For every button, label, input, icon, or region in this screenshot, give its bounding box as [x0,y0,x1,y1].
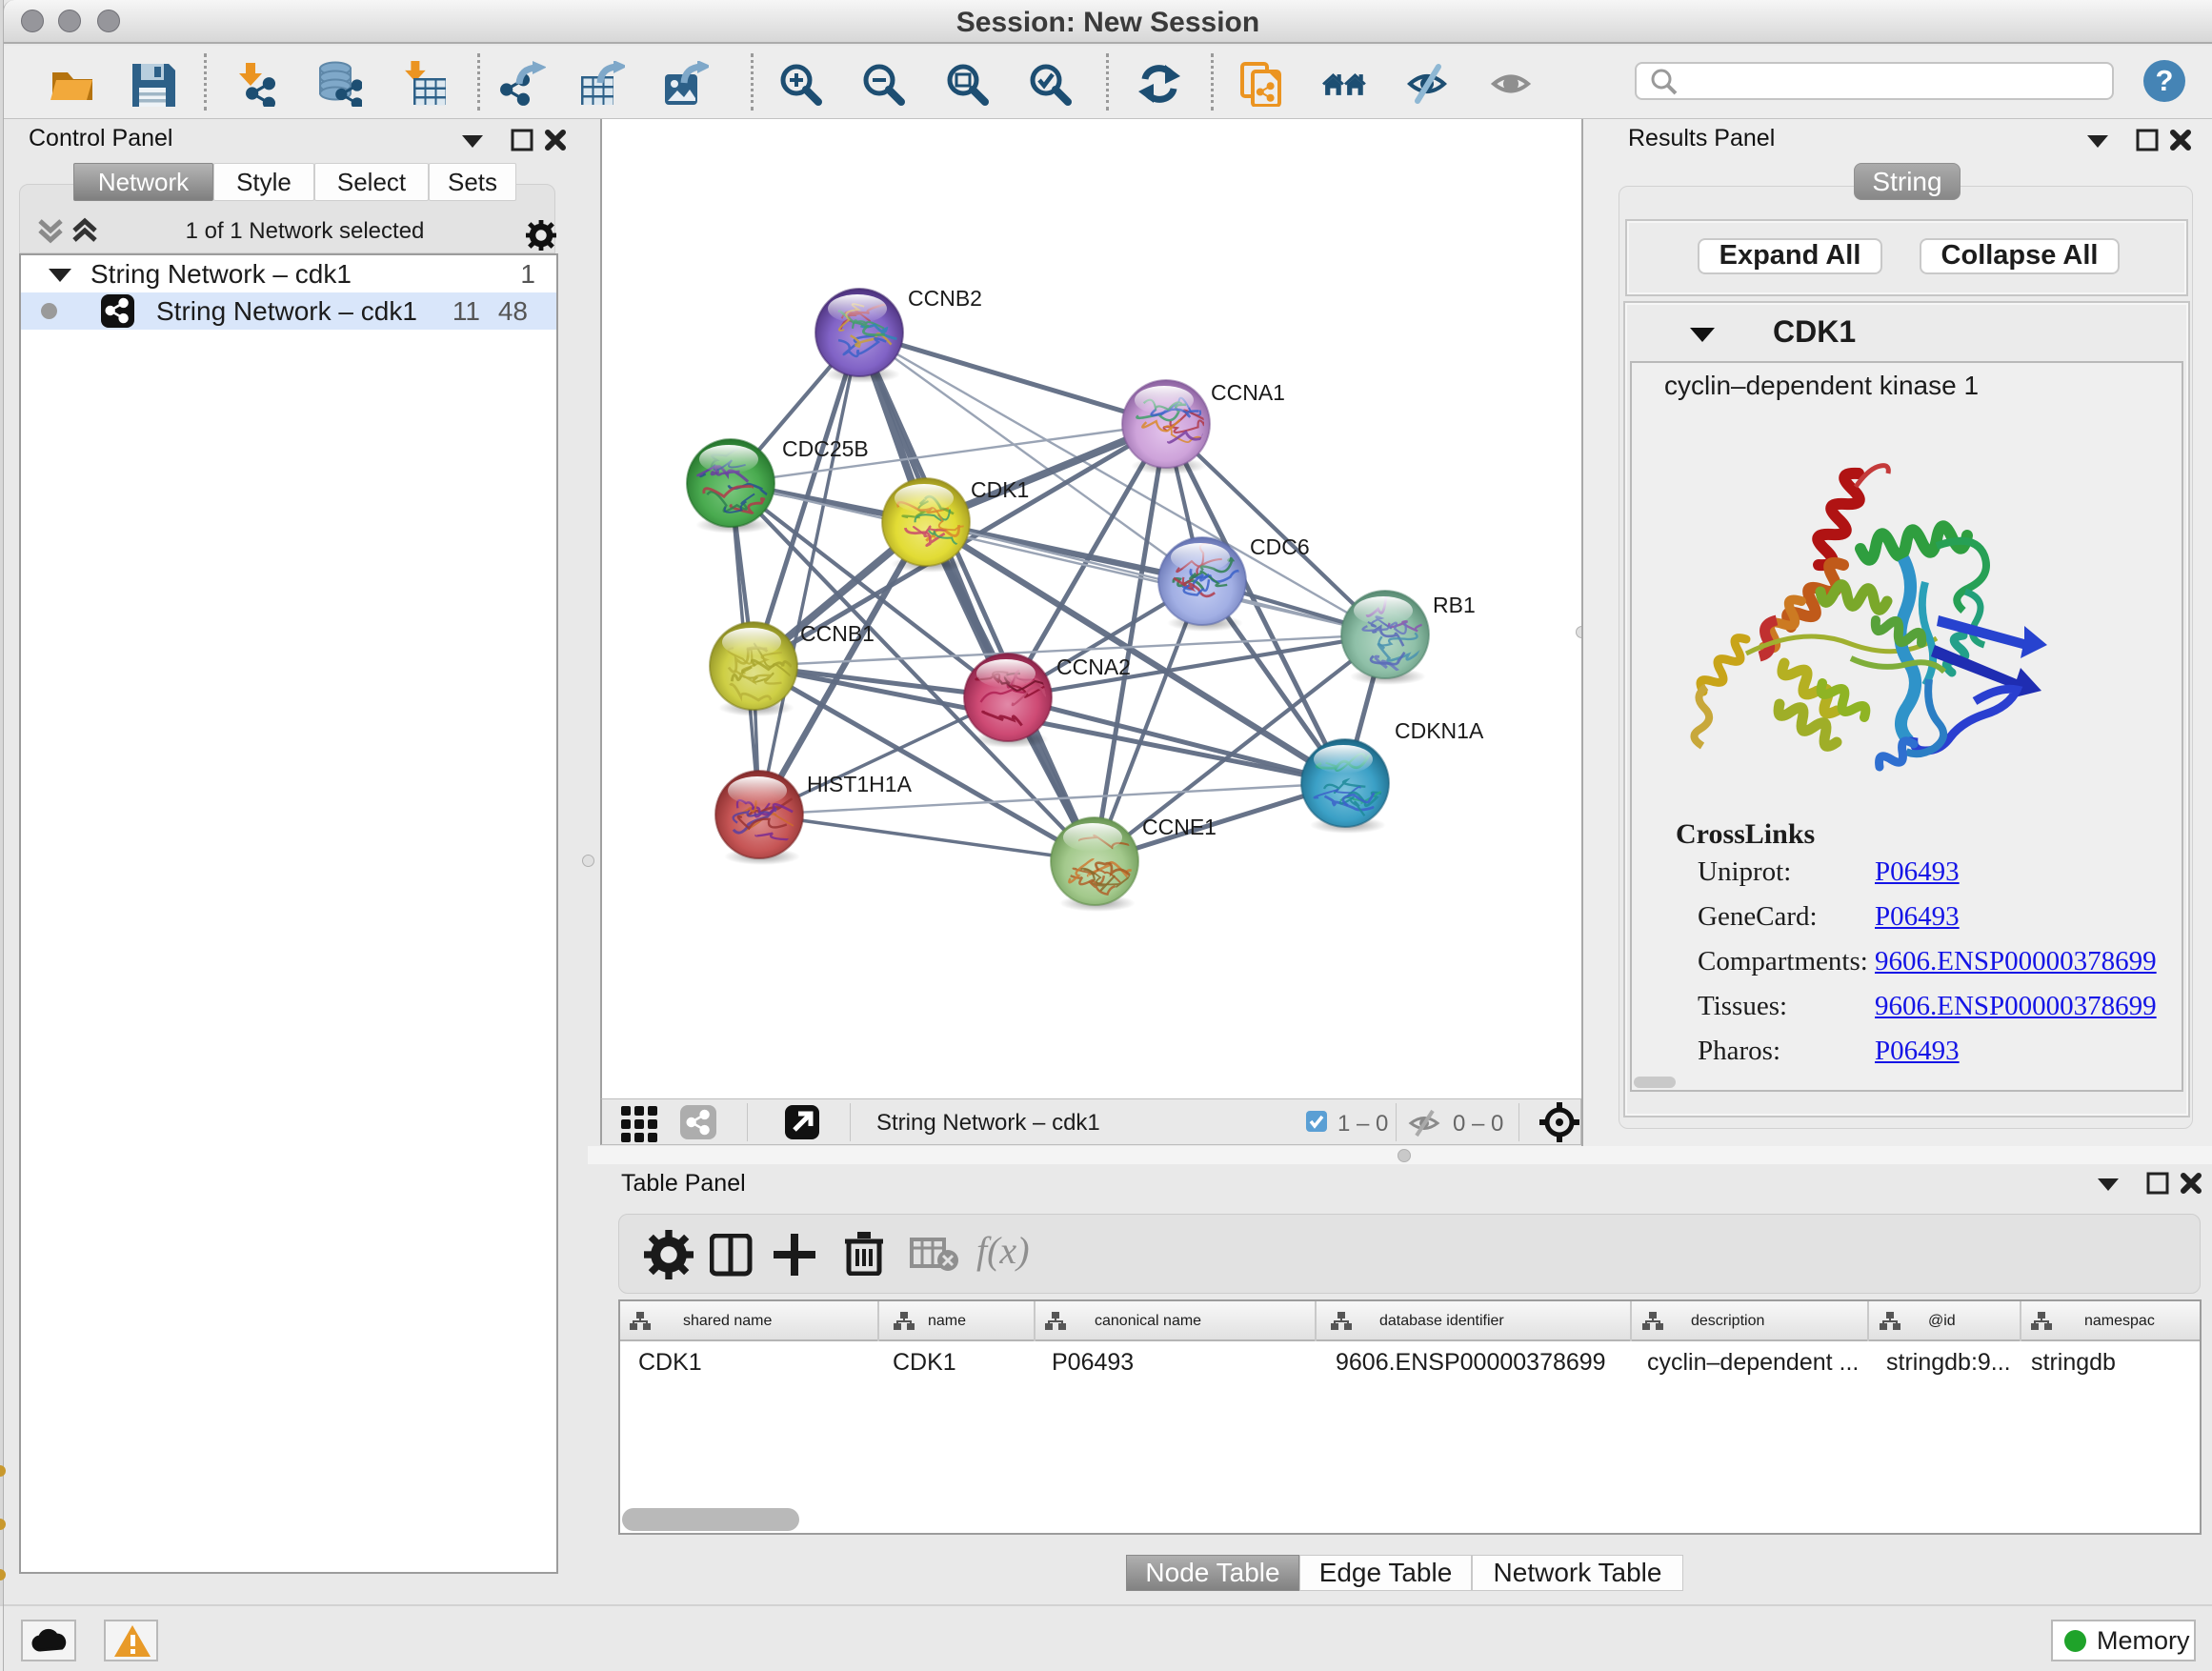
svg-text:CCNA2: CCNA2 [1056,654,1131,679]
svg-text:HIST1H1A: HIST1H1A [807,772,913,796]
svg-text:CDK1: CDK1 [971,477,1029,502]
svg-text:CDC6: CDC6 [1250,534,1310,559]
svg-text:RB1: RB1 [1433,593,1476,617]
svg-text:CCNA1: CCNA1 [1211,380,1285,405]
svg-text:?: ? [2156,64,2174,97]
svg-text:CCNE1: CCNE1 [1142,815,1217,839]
svg-text:CCNB2: CCNB2 [908,286,982,311]
svg-text:CCNB1: CCNB1 [800,621,875,646]
svg-text:CDKN1A: CDKN1A [1395,718,1484,743]
svg-text:CDC25B: CDC25B [782,436,869,461]
